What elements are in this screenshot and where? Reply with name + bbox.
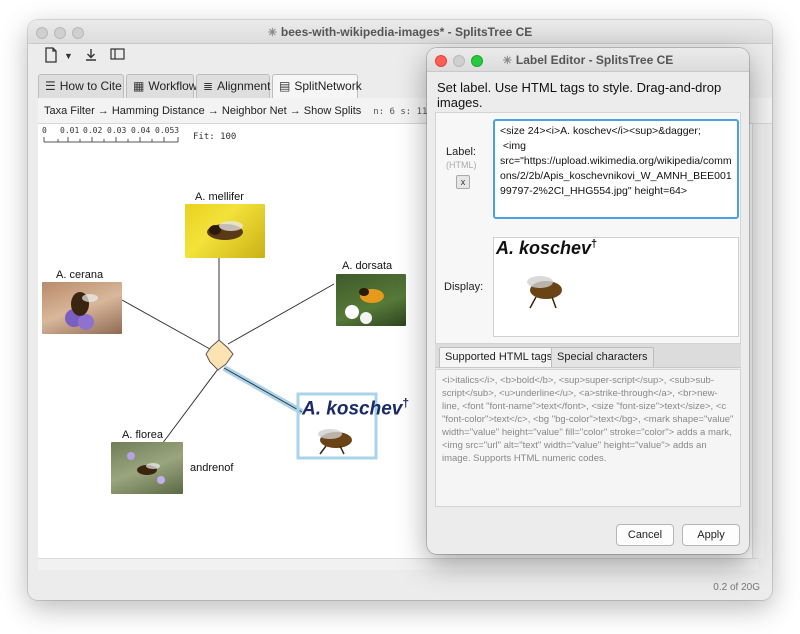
tab-workflow[interactable]: ▦ Workflow [126,74,197,98]
dialog-titlebar: ✳ Label Editor - SplitsTree CE [427,48,749,72]
horizontal-scrollbar[interactable] [38,558,758,570]
tab-how-to-cite[interactable]: ☰ How to Cite [38,74,124,98]
label-preview: A. koschev† [493,237,739,337]
dialog-title-text: Label Editor - SplitsTree CE [515,53,674,67]
cancel-button[interactable]: Cancel [616,524,674,546]
window-title-text: bees-with-wikipedia-images* - SplitsTree… [280,25,533,39]
label-edit-panel: Label: (HTML) x <size 24><i>A. koschev</… [435,112,741,344]
vertical-scrollbar[interactable] [752,124,764,558]
edge-dorsata[interactable] [227,283,335,345]
tab-alignment[interactable]: ≣ Alignment [196,74,270,98]
tab-special-characters[interactable]: Special characters [551,347,654,367]
florea-photo [111,442,183,494]
apply-button[interactable]: Apply [682,524,740,546]
mellifer-photo [185,204,265,258]
koschev-photo [306,420,372,456]
splitstree-app-icon: ✳ [502,55,512,67]
tab-supported-html-tags[interactable]: Supported HTML tags [439,347,559,367]
sidebar-toggle-icon[interactable] [110,47,125,65]
taxon-label-florea[interactable]: A. florea [122,429,163,441]
dialog-instructions: Set label. Use HTML tags to style. Drag-… [437,80,722,110]
label-editor-dialog: ✳ Label Editor - SplitsTree CE Set label.… [427,48,749,554]
list-icon: ☰ [45,79,56,93]
display-caption: Display: [444,281,484,293]
memory-status: 0.2 of 20G [713,582,760,593]
label-caption: Label: [446,146,476,158]
download-icon[interactable] [84,47,98,65]
taxon-label-dorsata[interactable]: A. dorsata [342,260,392,272]
taxon-label-mellifer[interactable]: A. mellifer [195,191,244,203]
taxon-label-cerana[interactable]: A. cerana [56,269,103,281]
chevron-down-icon[interactable]: ▼ [64,47,73,65]
taxon-label-koschev[interactable]: A. koschev† [302,396,409,420]
taxon-label-andrenof[interactable]: andrenof [190,462,233,474]
preview-image [516,264,582,314]
clear-label-button[interactable]: x [456,175,470,189]
html-hint: (HTML) [446,160,477,170]
alignment-icon: ≣ [203,79,214,93]
breadcrumb-text: Taxa Filter → Hamming Distance → Neighbo… [44,105,362,117]
dorsata-photo [336,274,406,326]
window-title: ✳ bees-with-wikipedia-images* - SplitsTre… [28,25,772,39]
tab-splitnetwork[interactable]: ▤ SplitNetwork [272,74,362,98]
edge-florea[interactable] [161,368,219,445]
edge-cerana[interactable] [121,299,211,350]
html-tags-help: <i>italics</i>, <b>bold</b>, <sup>super-… [435,369,741,507]
preview-title: A. koschev† [496,238,598,258]
cerana-photo [42,282,122,334]
label-html-input[interactable]: <size 24><i>A. koschev</i><sup>&dagger; … [493,119,739,219]
main-titlebar: ✳ bees-with-wikipedia-images* - SplitsTre… [28,20,772,44]
help-tabs: Supported HTML tags Special characters [435,344,741,368]
network-stats: n: 6 s: 11 [373,107,428,117]
new-document-icon[interactable] [44,47,58,65]
split-network-node[interactable] [205,339,234,371]
scale-ruler [43,137,179,143]
dialog-title: ✳ Label Editor - SplitsTree CE [427,53,749,67]
splitstree-app-icon: ✳ [267,27,277,39]
workflow-icon: ▦ [133,79,145,93]
network-icon: ▤ [279,79,291,93]
edge-koschev[interactable] [223,367,303,413]
